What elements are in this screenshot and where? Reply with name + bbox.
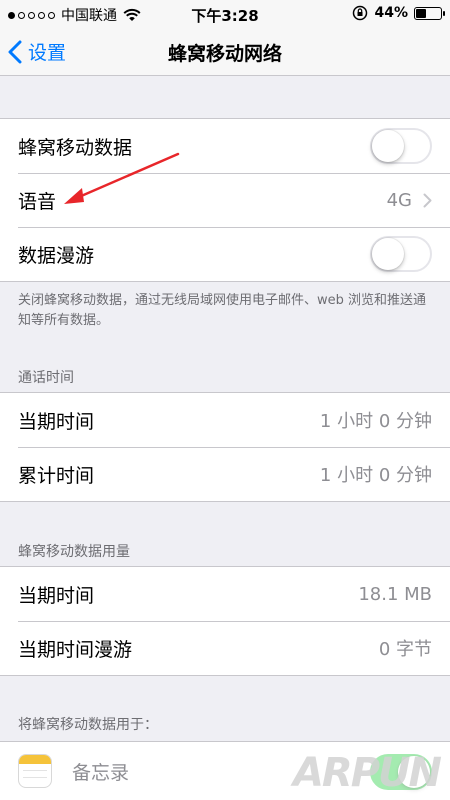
status-right: 44% <box>352 5 445 21</box>
voice-value: 4G <box>386 189 412 211</box>
status-bar: 中国联通 下午3:28 44% <box>0 0 450 28</box>
lifetime-label: 累计时间 <box>18 464 95 487</box>
current-period-data-label: 当期时间 <box>18 584 95 607</box>
battery-level-fill <box>416 8 427 18</box>
voice-label: 语音 <box>18 190 57 213</box>
rotation-lock-icon <box>353 5 368 21</box>
cellular-footer-note: 关闭蜂窝移动数据，通过无线局域网使用电子邮件、web 浏览和推送通知等所有数据。 <box>18 293 427 328</box>
current-period-data-value: 18.1 MB <box>358 583 432 605</box>
watermark-logo: ARPUN <box>292 750 442 796</box>
call-time-header: 通话时间 <box>18 370 74 386</box>
voice-row[interactable]: 语音 4G <box>0 173 450 227</box>
cellular-data-label: 蜂窝移动数据 <box>18 136 133 159</box>
notes-app-icon <box>18 754 52 788</box>
data-roaming-label: 数据漫游 <box>18 244 95 267</box>
data-roaming-row: 数据漫游 <box>0 227 450 281</box>
current-period-roaming-label: 当期时间漫游 <box>18 638 133 661</box>
current-period-value: 1 小时 0 分钟 <box>319 411 432 432</box>
current-period-roaming-value: 0 字节 <box>378 639 432 660</box>
current-period-roaming-row: 当期时间漫游 0 字节 <box>0 621 450 675</box>
cellular-data-row: 蜂窝移动数据 <box>0 119 450 173</box>
notes-app-label: 备忘录 <box>72 761 130 784</box>
current-period-call-row: 当期时间 1 小时 0 分钟 <box>0 393 450 447</box>
cellular-data-toggle[interactable] <box>370 128 432 164</box>
data-usage-group: 当期时间 18.1 MB 当期时间漫游 0 字节 <box>0 566 450 676</box>
navigation-bar: 设置 蜂窝移动网络 <box>0 28 450 76</box>
page-title: 蜂窝移动网络 <box>167 43 282 65</box>
call-time-group: 当期时间 1 小时 0 分钟 累计时间 1 小时 0 分钟 <box>0 392 450 502</box>
data-roaming-toggle[interactable] <box>370 236 432 272</box>
lifetime-value: 1 小时 0 分钟 <box>319 465 432 486</box>
data-usage-header: 蜂窝移动数据用量 <box>18 544 130 560</box>
current-period-data-row: 当期时间 18.1 MB <box>0 567 450 621</box>
current-period-label: 当期时间 <box>18 410 95 433</box>
chevron-right-icon <box>423 193 432 207</box>
battery-percent: 44% <box>374 5 408 21</box>
cellular-settings-group: 蜂窝移动数据 语音 4G 数据漫游 <box>0 118 450 282</box>
toggle-knob <box>372 130 404 162</box>
toggle-knob <box>372 238 404 270</box>
battery-icon <box>414 6 445 20</box>
lifetime-call-row: 累计时间 1 小时 0 分钟 <box>0 447 450 501</box>
apps-header: 将蜂窝移动数据用于： <box>18 717 158 733</box>
